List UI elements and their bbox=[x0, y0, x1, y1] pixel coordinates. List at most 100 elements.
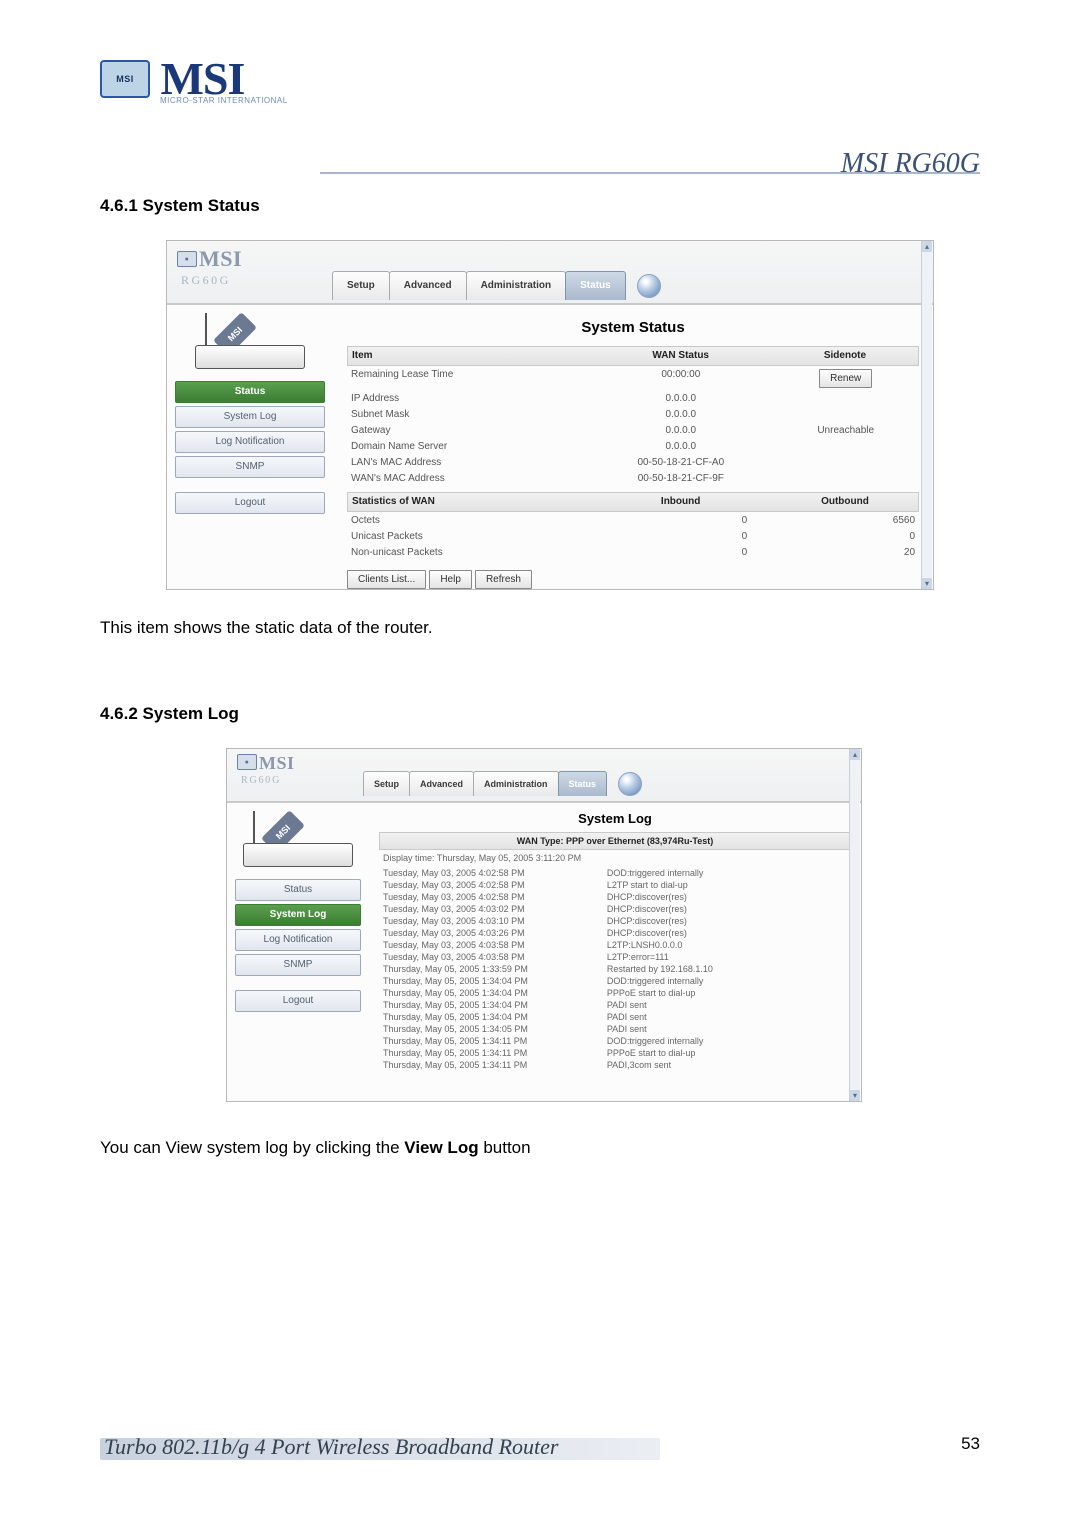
router-model-label: RG60G bbox=[181, 273, 231, 288]
log-time: Thursday, May 05, 2005 1:34:11 PM bbox=[383, 1036, 607, 1046]
sidebar-item-status[interactable]: Status bbox=[235, 879, 361, 901]
tab-administration[interactable]: Administration bbox=[466, 271, 567, 300]
msi-wordmark: MSI bbox=[160, 61, 244, 98]
log-message: Restarted by 192.168.1.10 bbox=[607, 964, 851, 974]
log-entry: Tuesday, May 03, 2005 4:03:02 PMDHCP:dis… bbox=[379, 903, 851, 915]
msi-logo: MSI MICRO-STAR INTERNATIONAL bbox=[100, 60, 288, 105]
log-message: PPPoE start to dial-up bbox=[607, 1048, 851, 1058]
sidebar-item-logout[interactable]: Logout bbox=[175, 492, 325, 514]
router-logo-icon bbox=[237, 754, 257, 770]
log-time: Thursday, May 05, 2005 1:34:04 PM bbox=[383, 1000, 607, 1010]
log-entry: Thursday, May 05, 2005 1:34:04 PMPPPoE s… bbox=[379, 987, 851, 999]
refresh-button[interactable]: Refresh bbox=[475, 570, 532, 589]
sidebar-item-logout[interactable]: Logout bbox=[235, 990, 361, 1012]
clients-list-button[interactable]: Clients List... bbox=[347, 570, 426, 589]
log-time: Thursday, May 05, 2005 1:34:04 PM bbox=[383, 976, 607, 986]
stat-nonunicast: Non-unicast Packets 0 20 bbox=[347, 544, 919, 560]
log-time: Tuesday, May 03, 2005 4:03:10 PM bbox=[383, 916, 607, 926]
stats-columns: Statistics of WAN Inbound Outbound bbox=[347, 492, 919, 512]
row-subnet: Subnet Mask 0.0.0.0 bbox=[347, 406, 919, 422]
log-panel: System Log WAN Type: PPP over Ethernet (… bbox=[369, 803, 861, 1101]
tab-setup[interactable]: Setup bbox=[332, 271, 390, 300]
col-sidenote: Sidenote bbox=[772, 347, 918, 365]
sidebar-item-lognotif[interactable]: Log Notification bbox=[175, 431, 325, 453]
log-entry: Thursday, May 05, 2005 1:34:04 PMPADI se… bbox=[379, 999, 851, 1011]
log-message: PADI sent bbox=[607, 1024, 851, 1034]
page-content: 4.6.1 System Status MSI RG60G Setup Adva… bbox=[100, 196, 980, 1224]
sidebar-item-systemlog[interactable]: System Log bbox=[175, 406, 325, 428]
tab-setup[interactable]: Setup bbox=[363, 771, 410, 796]
globe-icon[interactable] bbox=[637, 274, 661, 298]
tab-status[interactable]: Status bbox=[565, 271, 626, 300]
scrollbar[interactable]: ▴ ▾ bbox=[921, 241, 932, 589]
footer: Turbo 802.11b/g 4 Port Wireless Broadban… bbox=[100, 1438, 980, 1464]
page-number: 53 bbox=[961, 1434, 980, 1454]
log-entry: Thursday, May 05, 2005 1:34:04 PMDOD:tri… bbox=[379, 975, 851, 987]
log-time: Tuesday, May 03, 2005 4:02:58 PM bbox=[383, 880, 607, 890]
log-message: DHCP:discover(res) bbox=[607, 904, 851, 914]
router-header-2: MSI RG60G Setup Advanced Administration … bbox=[227, 749, 861, 803]
section-4-6-2-title: 4.6.2 System Log bbox=[100, 704, 980, 724]
help-button[interactable]: Help bbox=[429, 570, 472, 589]
log-message: DOD:triggered internally bbox=[607, 1036, 851, 1046]
tab-advanced[interactable]: Advanced bbox=[409, 771, 474, 796]
nav-tabs-2: Setup Advanced Administration Status bbox=[363, 771, 642, 796]
screenshot-system-log: MSI RG60G Setup Advanced Administration … bbox=[226, 748, 862, 1102]
log-time: Tuesday, May 03, 2005 4:02:58 PM bbox=[383, 892, 607, 902]
sidebar-item-status[interactable]: Status bbox=[175, 381, 325, 403]
product-model: MSI RG60G bbox=[841, 148, 980, 180]
row-wan-mac: WAN's MAC Address 00-50-18-21-CF-9F bbox=[347, 470, 919, 486]
panel-title: System Status bbox=[347, 319, 919, 336]
router-device-icon: MSI bbox=[243, 815, 353, 869]
router-model-label-2: RG60G bbox=[241, 775, 281, 786]
log-message: L2TP start to dial-up bbox=[607, 880, 851, 890]
log-entry: Tuesday, May 03, 2005 4:03:26 PMDHCP:dis… bbox=[379, 927, 851, 939]
sidebar-item-lognotif[interactable]: Log Notification bbox=[235, 929, 361, 951]
msi-subtext: MICRO-STAR INTERNATIONAL bbox=[160, 96, 288, 105]
log-message: PADI sent bbox=[607, 1000, 851, 1010]
row-lan-mac: LAN's MAC Address 00-50-18-21-CF-A0 bbox=[347, 454, 919, 470]
tab-administration[interactable]: Administration bbox=[473, 771, 559, 796]
log-entry: Tuesday, May 03, 2005 4:03:58 PML2TP:LNS… bbox=[379, 939, 851, 951]
sidebar-2: MSI Status System Log Log Notification S… bbox=[227, 803, 369, 1101]
globe-icon[interactable] bbox=[618, 772, 642, 796]
log-message: DHCP:discover(res) bbox=[607, 928, 851, 938]
display-time: Display time: Thursday, May 05, 2005 3:1… bbox=[379, 850, 851, 867]
scroll-down-icon[interactable]: ▾ bbox=[922, 578, 932, 589]
router-logo-icon bbox=[177, 251, 197, 267]
log-time: Tuesday, May 03, 2005 4:03:26 PM bbox=[383, 928, 607, 938]
log-entry: Tuesday, May 03, 2005 4:03:58 PML2TP:err… bbox=[379, 951, 851, 963]
log-time: Tuesday, May 03, 2005 4:02:58 PM bbox=[383, 868, 607, 878]
tab-advanced[interactable]: Advanced bbox=[389, 271, 467, 300]
log-time: Tuesday, May 03, 2005 4:03:02 PM bbox=[383, 904, 607, 914]
scroll-up-icon[interactable]: ▴ bbox=[850, 749, 860, 760]
col-wan: WAN Status bbox=[589, 347, 772, 365]
status-panel: System Status Item WAN Status Sidenote R… bbox=[333, 305, 933, 589]
router-header: MSI RG60G Setup Advanced Administration … bbox=[167, 241, 933, 305]
log-message: PADI,3com sent bbox=[607, 1060, 851, 1070]
log-entry: Tuesday, May 03, 2005 4:03:10 PMDHCP:dis… bbox=[379, 915, 851, 927]
scroll-up-icon[interactable]: ▴ bbox=[922, 241, 932, 252]
log-time: Thursday, May 05, 2005 1:34:04 PM bbox=[383, 988, 607, 998]
renew-button[interactable]: Renew bbox=[819, 369, 872, 388]
sidebar-item-snmp[interactable]: SNMP bbox=[235, 954, 361, 976]
log-message: DOD:triggered internally bbox=[607, 976, 851, 986]
scrollbar[interactable]: ▴ ▾ bbox=[849, 749, 860, 1101]
log-entry: Thursday, May 05, 2005 1:34:04 PMPADI se… bbox=[379, 1011, 851, 1023]
log-time: Thursday, May 05, 2005 1:33:59 PM bbox=[383, 964, 607, 974]
log-rows: Tuesday, May 03, 2005 4:02:58 PM DOD:trig… bbox=[379, 867, 851, 1071]
log-entry: Thursday, May 05, 2005 1:34:11 PMPPPoE s… bbox=[379, 1047, 851, 1059]
log-time: Thursday, May 05, 2005 1:34:11 PM bbox=[383, 1060, 607, 1070]
scroll-down-icon[interactable]: ▾ bbox=[850, 1090, 860, 1101]
log-entry: Thursday, May 05, 2005 1:34:11 PMDOD:tri… bbox=[379, 1035, 851, 1047]
col-item: Item bbox=[348, 347, 589, 365]
log-entry: Thursday, May 05, 2005 1:34:05 PMPADI se… bbox=[379, 1023, 851, 1035]
tab-status[interactable]: Status bbox=[558, 771, 608, 796]
stat-unicast: Unicast Packets 0 0 bbox=[347, 528, 919, 544]
log-message: L2TP:error=111 bbox=[607, 952, 851, 962]
log-time: Thursday, May 05, 2005 1:34:11 PM bbox=[383, 1048, 607, 1058]
sidebar-item-systemlog[interactable]: System Log bbox=[235, 904, 361, 926]
log-entry: Thursday, May 05, 2005 1:34:11 PMPADI,3c… bbox=[379, 1059, 851, 1071]
sidebar-item-snmp[interactable]: SNMP bbox=[175, 456, 325, 478]
stat-octets: Octets 0 6560 bbox=[347, 512, 919, 528]
